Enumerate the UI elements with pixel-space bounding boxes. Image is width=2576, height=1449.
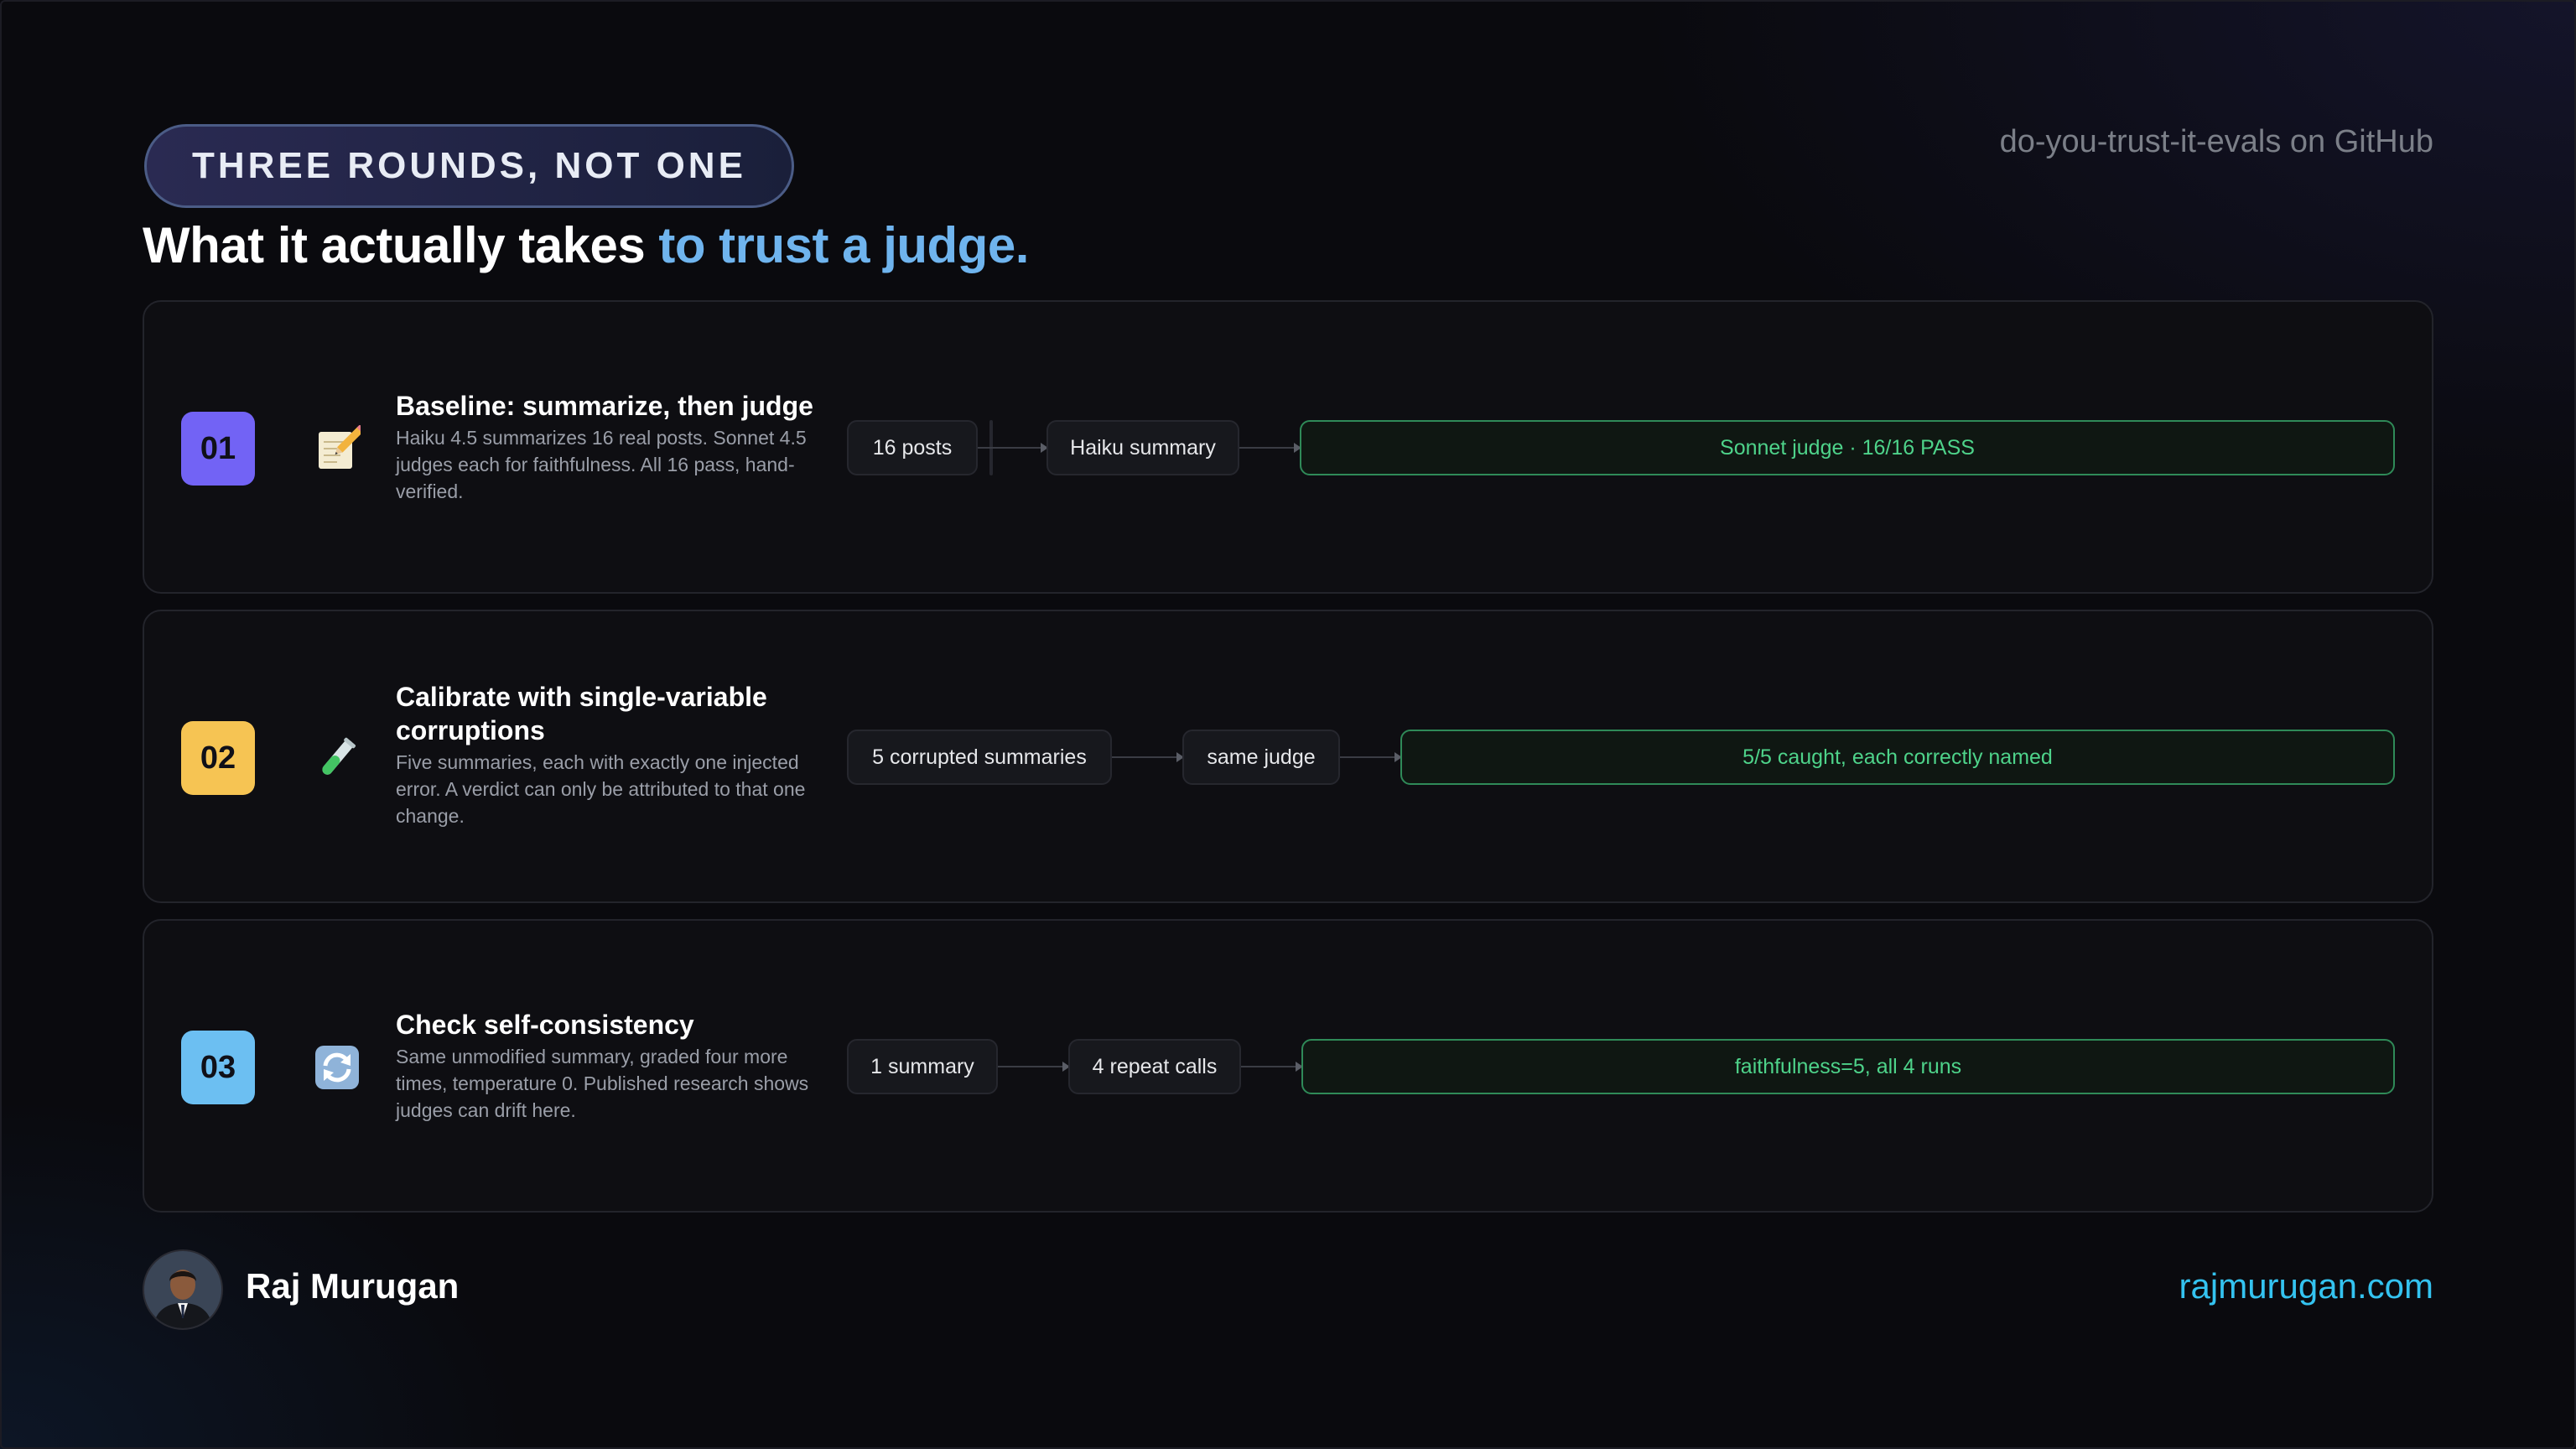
step-description: Five summaries, each with exactly one in… [396,751,806,827]
memo-pencil-icon [309,420,366,477]
page-title: What it actually takes to trust a judge. [143,216,1029,274]
flow-chip-middle: Haiku summary [1046,420,1239,475]
flow-arrow [1112,752,1184,762]
avatar [143,1249,223,1330]
flow-arrow [1340,752,1402,762]
step-flow: 16 posts Haiku summary Sonnet judge · 16… [847,420,2395,475]
step-text: Baseline: summarize, then judge Haiku 4.… [396,389,823,505]
step-text: Calibrate with single-variable corruptio… [396,680,823,829]
repeat-arrows-icon [309,1039,366,1096]
step-number-badge: 01 [181,412,255,486]
section-pill: THREE ROUNDS, NOT ONE [144,124,794,208]
flow-arrow [978,443,1048,453]
flow-chip-input: 16 posts [847,420,978,475]
flow-chip-input: 5 corrupted summaries [847,730,1112,785]
flow-result: faithfulness=5, all 4 runs [1301,1039,2395,1094]
headline-accent: to trust a judge. [658,217,1029,273]
flow-chip-input: 1 summary [847,1039,998,1094]
step-number-badge: 03 [181,1031,255,1104]
flow-arrow [998,1062,1070,1072]
flow-result: Sonnet judge · 16/16 PASS [1300,420,2395,475]
author-name: Raj Murugan [246,1266,460,1306]
step-description: Haiku 4.5 summarizes 16 real posts. Sonn… [396,427,807,502]
repo-label: do-you-trust-it-evals on GitHub [1999,124,2433,159]
flow-arrow [1241,1062,1303,1072]
flow-result: 5/5 caught, each correctly named [1400,730,2395,785]
step-flow: 5 corrupted summaries same judge 5/5 cau… [847,730,2395,785]
flow-arrow [1239,443,1301,453]
step-flow: 1 summary 4 repeat calls faithfulness=5,… [847,1039,2395,1094]
step-card-3: 03 Check self-consistency Same unmodifie… [143,919,2433,1213]
flow-chip-middle: same judge [1182,730,1340,785]
flow-chip-middle: 4 repeat calls [1068,1039,1241,1094]
step-title: Calibrate with single-variable corruptio… [396,682,767,745]
step-title: Check self-consistency [396,1010,694,1040]
step-number-badge: 02 [181,721,255,795]
step-description: Same unmodified summary, graded four mor… [396,1046,809,1121]
step-text: Check self-consistency Same unmodified s… [396,1008,823,1124]
step-card-1: 01 Baseline: summarize, then judge Haiku… [143,300,2433,594]
headline-main: What it actually takes [143,217,659,273]
step-card-2: 02 Calibrate with single-variable corrup… [143,610,2433,903]
step-title: Baseline: summarize, then judge [396,391,813,421]
website-link[interactable]: rajmurugan.com [2179,1266,2433,1306]
test-tube-icon [309,730,366,787]
